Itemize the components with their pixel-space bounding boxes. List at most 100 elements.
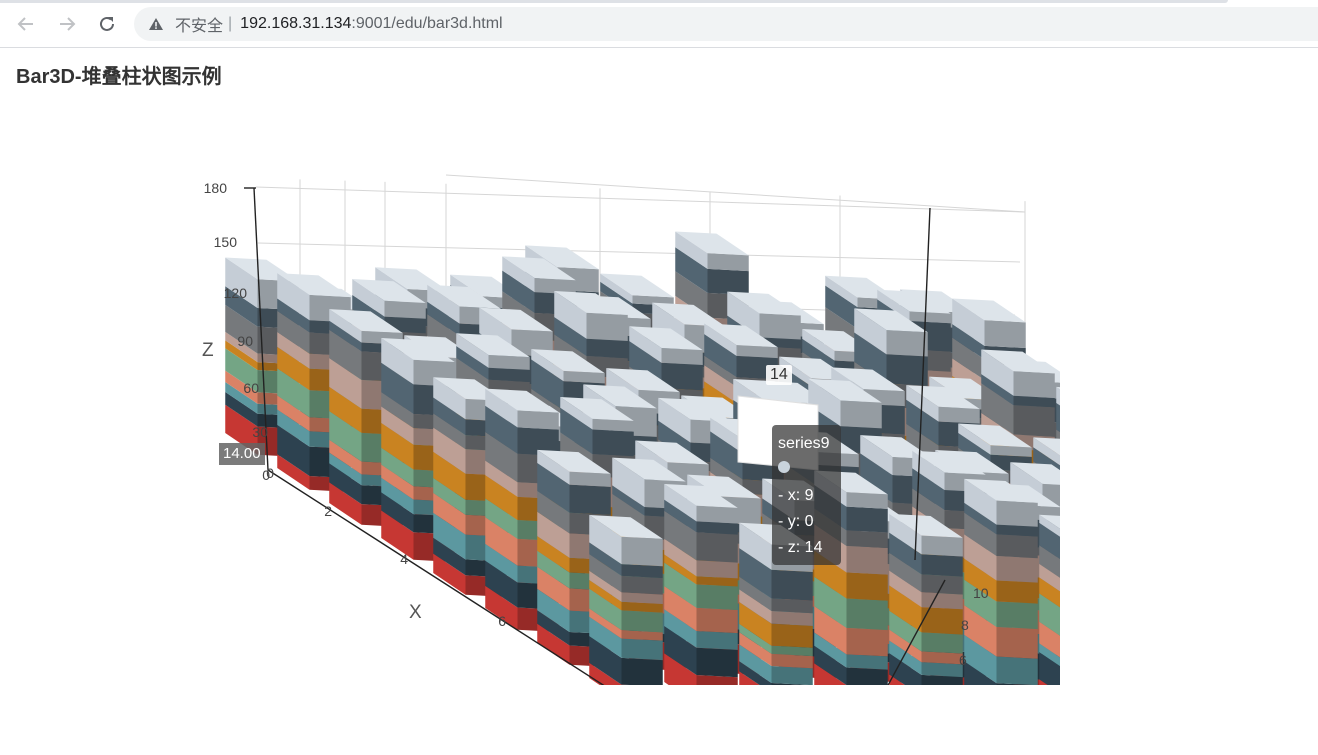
- security-status-label[interactable]: 不安全: [175, 12, 223, 36]
- bar-segment-side[interactable]: [886, 354, 928, 386]
- tab-strip-edge: [0, 0, 1228, 3]
- tooltip-z-value: - z: 14: [778, 539, 823, 556]
- bar-segment-side[interactable]: [696, 630, 738, 650]
- bar-segment-side[interactable]: [569, 471, 611, 487]
- bar-segment-side[interactable]: [586, 312, 628, 341]
- bar-segment-side[interactable]: [736, 345, 778, 359]
- bar-segment-side[interactable]: [996, 534, 1038, 559]
- bar-segment-side[interactable]: [771, 611, 813, 626]
- reload-button[interactable]: [95, 12, 119, 36]
- bar-segment-side[interactable]: [846, 598, 888, 631]
- bar-segment-side[interactable]: [759, 313, 801, 340]
- bar-segment-side[interactable]: [846, 545, 888, 575]
- bar-segment-side[interactable]: [384, 300, 426, 319]
- bar-segment-side[interactable]: [771, 666, 813, 685]
- bar-segment-side[interactable]: [569, 484, 611, 515]
- x-tick-label: 6: [498, 613, 506, 629]
- page-title: Bar3D-堆叠柱状图示例: [16, 66, 222, 88]
- bar-segment-side[interactable]: [921, 651, 963, 665]
- bar-segment-side[interactable]: [921, 592, 963, 610]
- url-path[interactable]: :9001/edu/bar3d.html: [351, 15, 502, 33]
- bar-segment-side[interactable]: [938, 406, 980, 424]
- bar-segment-side[interactable]: [696, 560, 738, 579]
- bar-segment-side[interactable]: [996, 656, 1038, 685]
- bar-segment-side[interactable]: [771, 569, 813, 601]
- bar-segment-side[interactable]: [996, 500, 1038, 527]
- z-tick-label: 180: [204, 180, 228, 196]
- forward-arrow-icon: [60, 17, 76, 31]
- bar-segment-side[interactable]: [996, 601, 1038, 630]
- bar-segment-side[interactable]: [921, 662, 963, 678]
- stacked-bar[interactable]: [664, 483, 738, 685]
- back-arrow-icon: [17, 17, 33, 31]
- warning-triangle-icon[interactable]: [148, 16, 164, 32]
- stacked-bar[interactable]: [1039, 514, 1060, 685]
- bar-segment-side[interactable]: [621, 657, 663, 685]
- z-tick-label: 150: [214, 234, 238, 250]
- chart-bars[interactable]: [225, 231, 1060, 685]
- bar-segment-side[interactable]: [771, 653, 813, 669]
- bar-segment-side[interactable]: [696, 505, 738, 524]
- z-tick-label: 30: [252, 424, 268, 440]
- bar-segment-side[interactable]: [696, 521, 738, 535]
- bar-segment-side[interactable]: [771, 598, 813, 614]
- bar-segment-side[interactable]: [586, 338, 628, 359]
- bar-segment-side[interactable]: [488, 354, 530, 370]
- bar-segment-side[interactable]: [707, 268, 749, 296]
- bar-segment-side[interactable]: [563, 370, 605, 384]
- bar-segment-side[interactable]: [846, 627, 888, 657]
- bar-segment-side[interactable]: [661, 347, 703, 365]
- bar-segment-side[interactable]: [846, 506, 888, 533]
- bar-segment-side[interactable]: [696, 532, 738, 563]
- stacked-bar[interactable]: [589, 514, 663, 685]
- bar-segment-side[interactable]: [846, 654, 888, 670]
- bar-segment-side[interactable]: [1013, 371, 1055, 398]
- bar-segment-side[interactable]: [621, 564, 663, 579]
- bar-segment-side[interactable]: [592, 418, 634, 432]
- bar-segment-side[interactable]: [592, 429, 634, 457]
- bar-segment-side[interactable]: [846, 530, 888, 549]
- bar-segment-side[interactable]: [621, 536, 663, 567]
- bar-segment-side[interactable]: [488, 367, 530, 382]
- tooltip-series-name: series9: [778, 435, 830, 452]
- bar-segment-side[interactable]: [771, 623, 813, 648]
- z-axis-pointer-label: 14.00: [219, 443, 265, 465]
- bar-segment-side[interactable]: [621, 610, 663, 633]
- url-host[interactable]: 192.168.31.134: [240, 15, 351, 33]
- back-button[interactable]: [14, 12, 38, 36]
- reload-icon: [100, 16, 114, 31]
- bar-segment-side[interactable]: [996, 626, 1038, 659]
- bar-segment-side[interactable]: [846, 667, 888, 685]
- bar-segment-side[interactable]: [846, 572, 888, 601]
- x-axis-name: X: [409, 602, 422, 623]
- bar-segment-side[interactable]: [886, 330, 928, 357]
- stacked-bar[interactable]: [964, 478, 1038, 685]
- bar3d-chart[interactable]: 180150120906030002466810ZX: [190, 150, 1060, 685]
- y-tick-label: 6: [959, 652, 967, 668]
- bar-segment-side[interactable]: [696, 607, 738, 634]
- bar-segment-side[interactable]: [1013, 405, 1055, 437]
- bar-segment-side[interactable]: [840, 400, 882, 429]
- bar-segment-side[interactable]: [696, 647, 738, 678]
- stacked-bar[interactable]: [889, 513, 963, 685]
- bar-segment-side[interactable]: [517, 410, 559, 430]
- bar-segment-side[interactable]: [921, 632, 963, 654]
- bar-segment-side[interactable]: [846, 492, 888, 509]
- z-axis-name: Z: [202, 340, 214, 361]
- bar-segment-side[interactable]: [621, 638, 663, 661]
- bar-segment-side[interactable]: [996, 556, 1038, 583]
- bar-segment-side[interactable]: [696, 584, 738, 610]
- bar-segment-side[interactable]: [921, 535, 963, 557]
- address-bar[interactable]: 不安全 | 192.168.31.134:9001/edu/bar3d.html: [134, 7, 1318, 41]
- bar-segment-side[interactable]: [707, 253, 749, 272]
- bar-segment-side[interactable]: [621, 575, 663, 595]
- y-tick-label: 8: [961, 617, 969, 633]
- bar-segment-side[interactable]: [984, 320, 1026, 349]
- forward-button[interactable]: [55, 12, 79, 36]
- grid-line: [445, 174, 1026, 213]
- bar-segment-side[interactable]: [921, 554, 963, 577]
- tooltip-series-marker-icon: [778, 461, 790, 473]
- z-tick-label: 60: [243, 380, 259, 396]
- grid-line: [255, 186, 1026, 213]
- bar-segment-side[interactable]: [996, 580, 1038, 604]
